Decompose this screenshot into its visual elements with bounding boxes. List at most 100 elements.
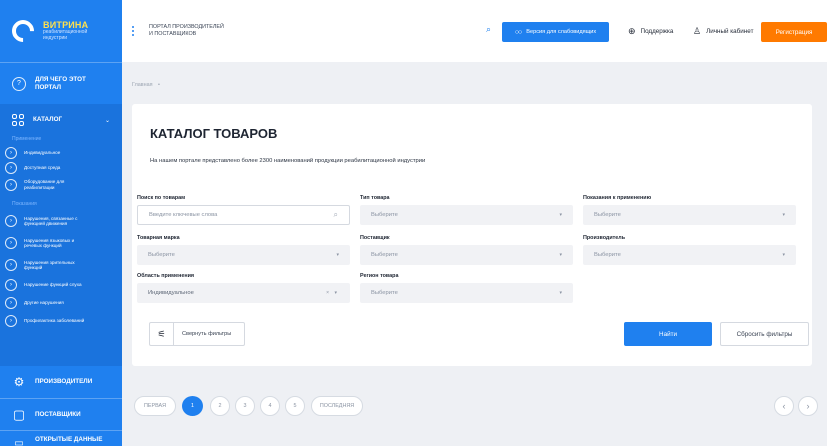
pagination-first[interactable]: ПЕРВАЯ <box>134 396 176 416</box>
brand-label: Товарная марка <box>137 235 180 241</box>
pagination-page-1[interactable]: 1 <box>182 396 203 416</box>
item-label: Профилактика заболеваний <box>24 318 84 324</box>
sidebar-item-opendata[interactable]: ▭ ОТКРЫТЫЕ ДАННЫЕ <box>0 430 122 446</box>
glasses-icon: ○○ <box>514 28 523 36</box>
breadcrumb-home[interactable]: Главная <box>132 82 153 88</box>
gear-icon: ⚙ <box>13 375 25 389</box>
item-label-line1: Профилактика заболеваний <box>24 318 85 324</box>
chevron-down-icon: ▾ <box>559 212 562 218</box>
clear-icon[interactable]: × ▾ <box>326 290 339 296</box>
arrow-right-icon: › <box>5 297 17 309</box>
search-icon[interactable]: ⌕ <box>486 24 491 35</box>
low-vision-label: Версия для слабовидящих <box>526 29 597 35</box>
catalog-label: КАТАЛОГ <box>33 116 63 124</box>
manufacturer-value: Выберите <box>594 252 621 258</box>
box-icon: ▢ <box>12 406 26 422</box>
pagination-page-5[interactable]: 5 <box>285 396 305 416</box>
item-label-line2: функций <box>24 265 43 270</box>
pagination-last[interactable]: ПОСЛЕДНЯЯ <box>311 396 363 416</box>
search-label: Поиск по товарам <box>137 195 186 201</box>
arrow-right-icon: › <box>5 315 17 327</box>
search-placeholder: Введите ключевые слова <box>149 212 218 218</box>
chevron-down-icon: ▾ <box>782 252 785 258</box>
item-label-line1: Индивидуальное <box>24 149 61 155</box>
supplier-select[interactable]: Выберите ▾ <box>360 245 573 265</box>
sidebar-item-rehab-equipment[interactable]: › Оборудование для реабилитации <box>0 175 122 194</box>
manufacturers-label: ПРОИЗВОДИТЕЛИ <box>35 378 93 386</box>
group-label-indications: Показания <box>12 201 37 207</box>
collapse-filters-button[interactable]: ⚟ Свернуть фильтры <box>149 322 245 346</box>
item-label-line1: Оборудование для <box>24 179 65 184</box>
kebab-menu-icon[interactable] <box>132 26 134 36</box>
reset-filters-button[interactable]: Сбросить фильтры <box>720 322 809 346</box>
arrow-right-icon: › <box>5 279 17 291</box>
sidebar-item-prevention[interactable]: › Профилактика заболеваний <box>0 312 122 330</box>
region-value: Выберите <box>371 290 398 296</box>
area-label: Область применения <box>137 273 195 279</box>
indications-value: Выберите <box>594 212 621 218</box>
sidebar-item-catalog[interactable]: КАТАЛОГ ⌄ <box>0 104 122 128</box>
find-button[interactable]: Найти <box>624 322 712 346</box>
sidebar-item-accessible-env[interactable]: › Доступная среда <box>0 160 122 175</box>
prev-arrow-icon[interactable]: ‹ <box>774 396 794 416</box>
sidebar-item-hearing[interactable]: › Нарушение функций слуха <box>0 276 122 294</box>
item-label-line1: Доступная среда <box>24 164 61 170</box>
area-value: Индивидуальное <box>148 290 194 296</box>
brand-value: Выберите <box>148 252 175 258</box>
pagination-page-3[interactable]: 3 <box>235 396 255 416</box>
support-link[interactable]: ⊕ Поддержка <box>628 26 673 37</box>
about-line2: ПОРТАЛ <box>35 83 62 91</box>
search-input[interactable]: Введите ключевые слова ⌕ <box>137 205 350 225</box>
portal-title-line1: ПОРТАЛ ПРОИЗВОДИТЕЛЕЙ <box>149 24 224 30</box>
sidebar-item-about[interactable]: ? ДЛЯ ЧЕГО ЭТОТ ПОРТАЛ <box>0 62 122 104</box>
sidebar-item-other[interactable]: › Другие нарушения <box>0 294 122 312</box>
sidebar-item-vision[interactable]: › Нарушения зрительных функций <box>0 254 122 276</box>
region-select[interactable]: Выберите ▾ <box>360 283 573 303</box>
low-vision-button[interactable]: ○○ Версия для слабовидящих <box>502 22 609 42</box>
item-label-line1: Нарушение функций слуха <box>24 282 82 288</box>
search-icon: ⌕ <box>333 210 338 219</box>
cabinet-link[interactable]: ♙ Личный кабинет <box>693 26 753 37</box>
brand-subtitle-line2: индустрии <box>43 35 68 42</box>
chevron-down-icon: ▾ <box>559 290 562 296</box>
arrow-right-icon: › <box>5 146 17 159</box>
catalog-card: КАТАЛОГ ТОВАРОВ На нашем портале предста… <box>132 104 812 366</box>
opendata-label: ОТКРЫТЫЕ ДАННЫЕ <box>35 436 103 443</box>
item-label: Нарушения языковых и речевых функций <box>24 238 74 249</box>
indications-select[interactable]: Выберите ▾ <box>583 205 796 225</box>
portal-title: ПОРТАЛ ПРОИЗВОДИТЕЛЕЙ И ПОСТАВЩИКОВ <box>149 24 224 38</box>
item-label: Нарушения, связанные с функцией движения <box>24 216 77 227</box>
arrow-right-icon: › <box>5 178 17 191</box>
item-label: Нарушение функций слуха <box>24 282 82 288</box>
sidebar-item-individual[interactable]: › Индивидуальное <box>0 145 122 160</box>
next-arrow-icon[interactable]: › <box>798 396 818 416</box>
sidebar-item-motor[interactable]: › Нарушения, связанные с функцией движен… <box>0 210 122 232</box>
pagination-page-2[interactable]: 2 <box>210 396 230 416</box>
area-select[interactable]: Индивидуальное × ▾ <box>137 283 350 303</box>
sidebar-item-suppliers[interactable]: ▢ ПОСТАВЩИКИ <box>0 398 122 430</box>
collapse-filters-label: Свернуть фильтры <box>182 331 232 337</box>
pagination-page-4[interactable]: 4 <box>260 396 280 416</box>
brand-select[interactable]: Выберите ▾ <box>137 245 350 265</box>
arrow-right-icon: › <box>5 237 17 249</box>
brand-logo[interactable]: ВИТРИНА реабилитационной индустрии <box>0 0 122 62</box>
register-button[interactable]: Регистрация <box>761 22 827 42</box>
group-label-application: Применение <box>12 136 42 142</box>
manufacturer-label: Производитель <box>583 235 626 241</box>
item-label-line2: речевых функций <box>24 243 62 248</box>
manufacturer-select[interactable]: Выберите ▾ <box>583 245 796 265</box>
item-label: Нарушения зрительных функций <box>24 260 75 271</box>
brand-text: ВИТРИНА реабилитационной индустрии <box>43 20 88 42</box>
globe-icon: ⊕ <box>628 26 636 36</box>
supplier-label: Поставщик <box>360 235 390 241</box>
type-select[interactable]: Выберите ▾ <box>360 205 573 225</box>
sidebar-item-speech[interactable]: › Нарушения языковых и речевых функций <box>0 232 122 254</box>
item-label-line2: функцией движения <box>24 221 68 226</box>
chevron-down-icon: ▾ <box>336 252 339 258</box>
sidebar: ВИТРИНА реабилитационной индустрии ? ДЛЯ… <box>0 0 122 446</box>
indications-label: Показания к применению <box>583 195 652 201</box>
question-icon: ? <box>12 76 26 91</box>
sidebar-item-manufacturers[interactable]: ⚙ ПРОИЗВОДИТЕЛИ <box>0 366 122 398</box>
chevron-down-icon: ▾ <box>559 252 562 258</box>
type-value: Выберите <box>371 212 398 218</box>
